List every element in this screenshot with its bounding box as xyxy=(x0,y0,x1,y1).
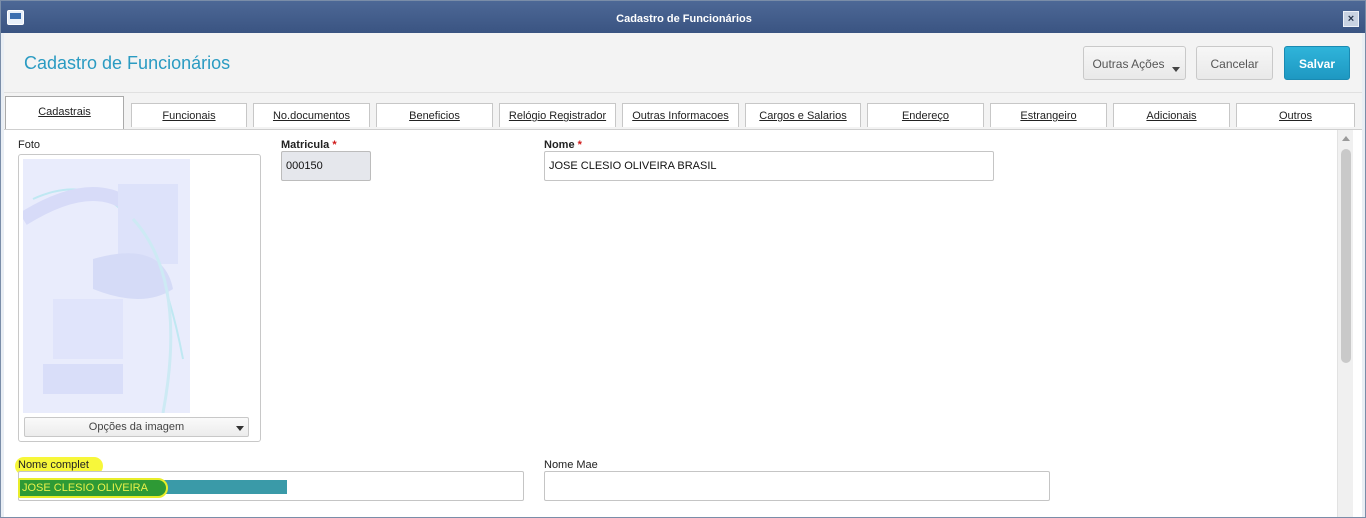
app-window: Cadastro de Funcionários × Cadastro de F… xyxy=(0,0,1366,518)
required-mark: * xyxy=(577,139,582,151)
tab-endereco[interactable]: Endereço xyxy=(867,103,984,127)
image-options-dropdown[interactable]: Opções da imagem xyxy=(24,417,249,437)
window-title: Cadastro de Funcionários xyxy=(616,13,752,25)
tab-label: Outros xyxy=(1278,110,1312,122)
tab-label: Funcionais xyxy=(162,110,216,122)
tab-label: Estrangeiro xyxy=(1020,110,1077,122)
tab-label: Beneficios xyxy=(409,110,460,122)
nome-label-text: Nome xyxy=(544,139,575,151)
tab-beneficios[interactable]: Beneficios xyxy=(376,103,493,127)
scrollbar-thumb[interactable] xyxy=(1341,149,1351,363)
matricula-label-text: Matricula xyxy=(281,139,330,151)
tab-label: Relógio Registrador xyxy=(508,110,607,122)
page-title: Cadastro de Funcionários xyxy=(24,53,231,73)
tab-no-documentos[interactable]: No.documentos xyxy=(253,103,370,127)
foto-label: Foto xyxy=(18,139,41,151)
tab-label: No.documentos xyxy=(272,110,351,122)
tab-label: Cadastrais xyxy=(38,106,91,118)
nome-mae-label: Nome Mae xyxy=(544,459,598,471)
nome-completo-value: JOSE CLESIO OLIVEIRA xyxy=(22,482,148,494)
tab-adicionais[interactable]: Adicionais xyxy=(1113,103,1230,127)
tab-label: Adicionais xyxy=(1146,110,1197,122)
matricula-field[interactable]: 000150 xyxy=(281,151,371,181)
vertical-scrollbar[interactable] xyxy=(1337,130,1353,517)
tab-label: Cargos e Salarios xyxy=(759,110,847,122)
nome-field[interactable]: JOSE CLESIO OLIVEIRA BRASIL xyxy=(544,151,994,181)
matricula-label: Matricula * xyxy=(281,139,337,151)
photo-placeholder-graphic xyxy=(23,159,190,413)
tab-estrangeiro[interactable]: Estrangeiro xyxy=(990,103,1107,127)
required-mark: * xyxy=(332,139,337,151)
chevron-down-icon xyxy=(236,426,244,431)
nome-completo-label: Nome complet xyxy=(18,459,89,471)
employee-photo xyxy=(23,159,190,413)
page-header: Cadastro de Funcionários Outras Ações Ca… xyxy=(4,33,1362,93)
tab-label: Outras Informacoes xyxy=(632,110,729,122)
tab-relogio-registrador[interactable]: Relógio Registrador xyxy=(499,103,616,127)
nome-mae-field[interactable] xyxy=(544,471,1050,501)
cancel-button[interactable]: Cancelar xyxy=(1196,46,1273,80)
tab-outros[interactable]: Outros xyxy=(1236,103,1355,127)
form-content: Foto Opções da imagem Matricula * 000150… xyxy=(4,129,1362,517)
tab-label: Endereço xyxy=(901,110,950,122)
nome-label: Nome * xyxy=(544,139,582,151)
outras-acoes-button[interactable]: Outras Ações xyxy=(1083,46,1186,80)
outras-acoes-label: Outras Ações xyxy=(1092,57,1165,71)
scroll-up-icon[interactable] xyxy=(1342,136,1350,141)
image-options-label: Opções da imagem xyxy=(88,421,185,433)
tab-outras-informacoes[interactable]: Outras Informacoes xyxy=(622,103,739,127)
tab-bar: Cadastrais Funcionais No.documentos Bene… xyxy=(4,93,1362,129)
close-icon[interactable]: × xyxy=(1343,11,1359,27)
chevron-down-icon xyxy=(1172,67,1180,72)
title-bar: Cadastro de Funcionários × xyxy=(1,1,1365,33)
tab-funcionais[interactable]: Funcionais xyxy=(131,103,247,127)
tab-cargos-e-salarios[interactable]: Cargos e Salarios xyxy=(745,103,861,127)
photo-box: Opções da imagem xyxy=(18,154,261,442)
save-button[interactable]: Salvar xyxy=(1284,46,1350,80)
tab-cadastrais[interactable]: Cadastrais xyxy=(5,96,124,129)
